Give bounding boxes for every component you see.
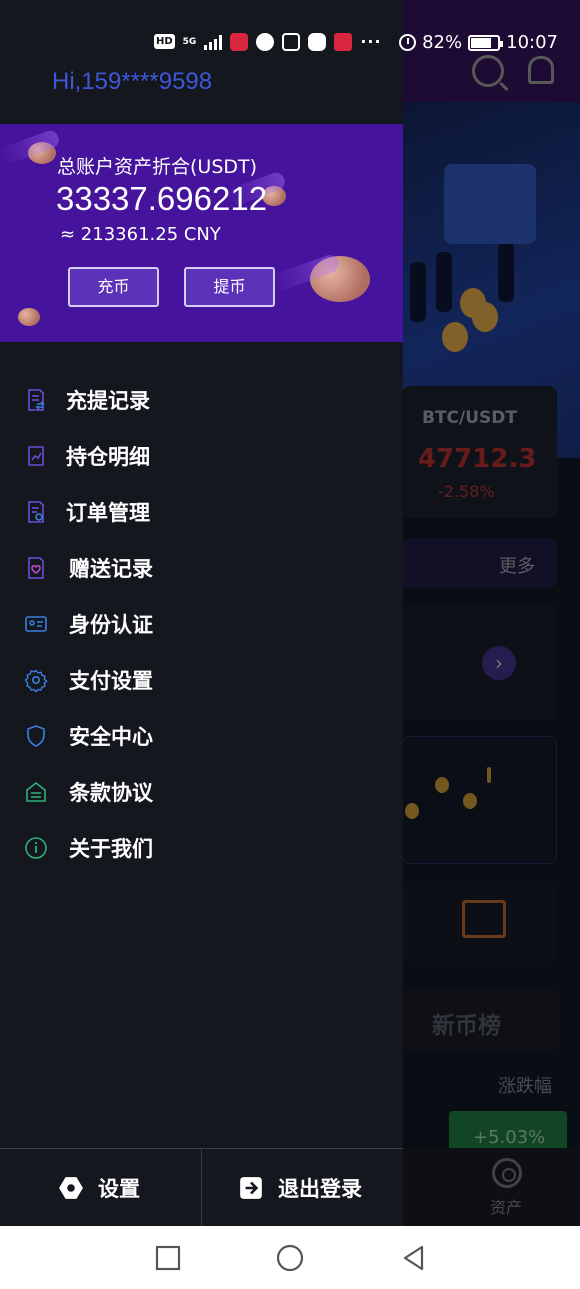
- logout-icon: [240, 1177, 262, 1199]
- app-notification-icon: [230, 32, 249, 51]
- menu-item-position-details[interactable]: 持仓明细: [0, 428, 403, 484]
- drawer-footer: 设置 退出登录: [0, 1148, 403, 1227]
- network-type: 5G: [182, 36, 197, 47]
- deposit-button[interactable]: 充币: [68, 267, 159, 307]
- order-icon: [28, 501, 44, 523]
- total-assets-label: 总账户资产折合(USDT): [57, 156, 258, 178]
- menu-label: 安全中心: [69, 725, 153, 749]
- coin-decoration: [18, 308, 40, 326]
- settings-hexagon-icon: [59, 1177, 83, 1199]
- logout-label: 退出登录: [278, 1177, 362, 1201]
- total-assets-cny: ≈ 213361.25 CNY: [60, 224, 221, 245]
- app-notification-icon: [256, 32, 275, 51]
- asset-summary-card: 总账户资产折合(USDT) 33337.696212 ≈ 213361.25 C…: [0, 124, 403, 342]
- menu-item-security-center[interactable]: 安全中心: [0, 708, 403, 764]
- menu-item-order-management[interactable]: 订单管理: [0, 484, 403, 540]
- withdraw-button[interactable]: 提币: [184, 267, 275, 307]
- system-navigation-bar: [0, 1226, 580, 1289]
- hd-indicator: HD: [154, 34, 175, 49]
- gift-icon: [28, 557, 44, 579]
- menu-label: 充提记录: [66, 389, 150, 413]
- menu-label: 赠送记录: [69, 557, 153, 581]
- menu-label: 关于我们: [69, 837, 153, 861]
- menu-label: 持仓明细: [66, 445, 150, 469]
- menu-item-gift-records[interactable]: 赠送记录: [0, 540, 403, 596]
- menu-label: 身份认证: [69, 613, 153, 637]
- status-icons-right: 82% 10:07: [399, 32, 558, 53]
- logout-button[interactable]: 退出登录: [238, 1149, 362, 1227]
- id-card-icon: [25, 616, 47, 632]
- menu-label: 支付设置: [69, 669, 153, 693]
- agreement-icon: [26, 781, 46, 802]
- total-assets-usdt: 33337.696212: [56, 180, 268, 217]
- menu-label: 条款协议: [69, 781, 153, 805]
- menu-item-payment-settings[interactable]: 支付设置: [0, 652, 403, 708]
- battery-percent: 82%: [422, 32, 463, 53]
- home-button[interactable]: [276, 1244, 304, 1272]
- alarm-icon: [399, 34, 417, 51]
- menu-item-about-us[interactable]: 关于我们: [0, 820, 403, 876]
- clock: 10:07: [506, 32, 558, 53]
- status-bar: HD 5G ··· 82% 10:07: [0, 24, 580, 64]
- footer-divider: [201, 1149, 202, 1227]
- status-icons-left: HD 5G ···: [154, 32, 382, 51]
- app-notification-icon: [282, 32, 301, 51]
- menu-item-deposit-records[interactable]: 充提记录: [0, 372, 403, 428]
- side-drawer: Hi,159****9598 总账户资产折合(USDT) 33337.69621…: [0, 0, 403, 1227]
- app-notification-icon: [334, 32, 353, 51]
- position-detail-icon: [28, 446, 44, 466]
- more-notifications: ···: [360, 32, 382, 51]
- shield-icon: [27, 725, 45, 747]
- menu-item-identity-verification[interactable]: 身份认证: [0, 596, 403, 652]
- settings-label: 设置: [98, 1177, 140, 1201]
- signal-icon: [204, 34, 223, 50]
- battery-icon: [468, 34, 504, 51]
- recent-apps-button[interactable]: [154, 1244, 182, 1272]
- info-icon: [25, 837, 47, 859]
- back-button[interactable]: [400, 1244, 428, 1272]
- settings-button[interactable]: 设置: [58, 1149, 140, 1227]
- menu-label: 订单管理: [66, 501, 150, 525]
- deposit-record-icon: [28, 389, 45, 411]
- gear-icon: [24, 669, 48, 692]
- app-notification-icon: [308, 32, 327, 51]
- menu-item-terms-agreement[interactable]: 条款协议: [0, 764, 403, 820]
- user-greeting[interactable]: Hi,159****9598: [52, 68, 212, 96]
